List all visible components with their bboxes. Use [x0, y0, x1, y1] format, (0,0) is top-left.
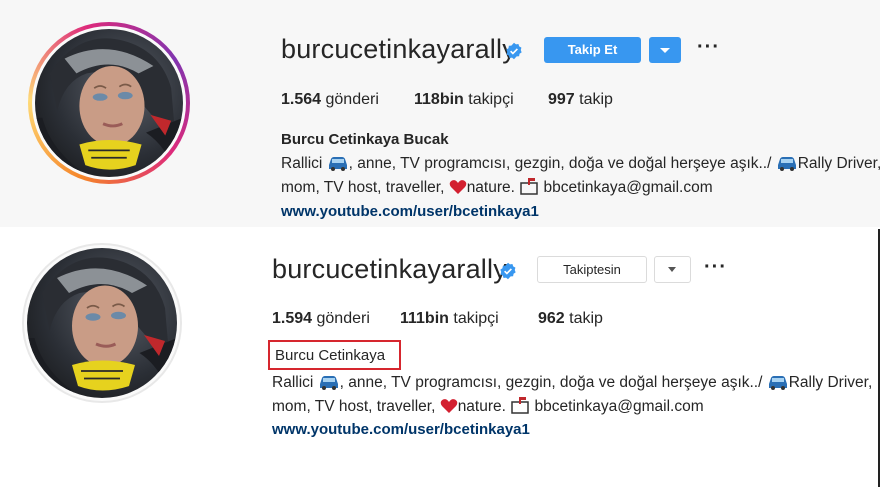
- chevron-down-icon[interactable]: [649, 37, 681, 63]
- bio-line-1: Rallici , anne, TV programcısı, gezgin, …: [281, 155, 880, 172]
- avatar-photo: [27, 257, 177, 398]
- mailbox-emoji-icon: [511, 397, 529, 414]
- stat-following[interactable]: 962 takip: [538, 310, 603, 328]
- verified-badge-icon: [506, 42, 522, 60]
- heart-emoji-icon: [449, 180, 466, 194]
- avatar-photo: [35, 38, 183, 177]
- stat-posts[interactable]: 1.594 gönderi: [272, 310, 370, 328]
- full-name: Burcu Cetinkaya: [275, 347, 386, 364]
- stat-followers[interactable]: 118bin takipçi: [414, 91, 514, 109]
- bio-line-1: Rallici , anne, TV programcısı, gezgin, …: [272, 374, 873, 391]
- profile-avatar: [35, 29, 183, 177]
- username: burcucetinkayarally: [272, 254, 507, 284]
- full-name: Burcu Cetinkaya Bucak: [281, 131, 449, 148]
- follow-button[interactable]: Takip Et: [544, 37, 641, 63]
- profile-avatar-story-ring[interactable]: [28, 22, 190, 184]
- profile-website-link[interactable]: www.youtube.com/user/bcetinkaya1: [272, 421, 530, 438]
- car-emoji-icon: [777, 157, 796, 171]
- bio-line-2: mom, TV host, traveller, nature. bbcetin…: [272, 397, 704, 415]
- verified-badge-icon: [500, 262, 516, 280]
- chevron-down-icon[interactable]: [654, 256, 691, 283]
- car-emoji-icon: [768, 376, 787, 390]
- car-emoji-icon: [319, 376, 338, 390]
- bio-line-2: mom, TV host, traveller, nature. bbcetin…: [281, 178, 713, 196]
- car-emoji-icon: [328, 157, 347, 171]
- more-options-icon[interactable]: ···: [704, 256, 727, 279]
- username: burcucetinkayarally: [281, 34, 516, 64]
- stat-posts[interactable]: 1.564 gönderi: [281, 91, 379, 109]
- stat-followers[interactable]: 111bin takipçi: [400, 310, 499, 328]
- heart-emoji-icon: [440, 399, 457, 413]
- more-options-icon[interactable]: ···: [697, 36, 720, 59]
- mailbox-emoji-icon: [520, 178, 538, 195]
- profile-website-link[interactable]: www.youtube.com/user/bcetinkaya1: [281, 203, 539, 220]
- profile-avatar: [27, 248, 177, 398]
- profile-header-before: burcucetinkayarally Takip Et ··· 1.564 g…: [0, 0, 880, 229]
- profile-avatar-ring[interactable]: [22, 243, 182, 403]
- stat-following[interactable]: 997 takip: [548, 91, 613, 109]
- following-button[interactable]: Takiptesin: [537, 256, 647, 283]
